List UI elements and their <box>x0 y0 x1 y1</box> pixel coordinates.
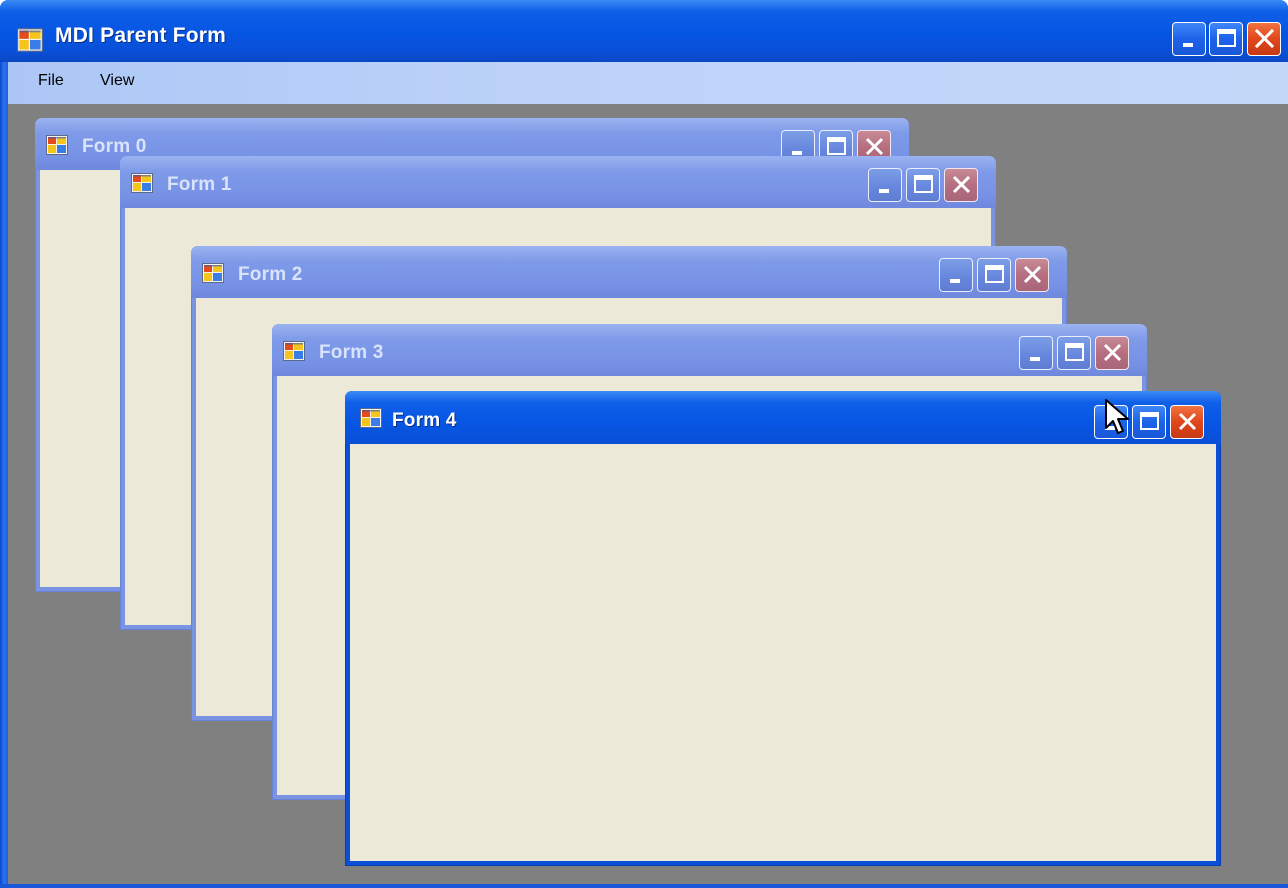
minimize-icon <box>950 279 960 283</box>
mdi-parent-window: MDI Parent Form File View Form 0 Form 1 … <box>0 0 1288 888</box>
child-close-button[interactable] <box>1170 405 1204 439</box>
form-icon <box>202 263 224 283</box>
child-maximize-button[interactable] <box>1132 405 1166 439</box>
form-icon <box>283 341 305 361</box>
close-icon <box>1254 28 1275 49</box>
minimize-button[interactable] <box>1172 22 1206 56</box>
maximize-icon <box>914 175 933 193</box>
window-frame <box>0 62 8 888</box>
child-title: Form 2 <box>238 264 303 285</box>
child-close-button[interactable] <box>944 168 978 202</box>
form-icon <box>17 28 43 52</box>
form-icon <box>46 135 68 155</box>
close-icon <box>1023 265 1042 284</box>
child-close-button[interactable] <box>1095 336 1129 370</box>
maximize-icon <box>1065 343 1084 361</box>
child-titlebar[interactable]: Form 4 <box>345 391 1221 444</box>
close-icon <box>1178 412 1197 431</box>
maximize-icon <box>1217 29 1236 47</box>
form-icon <box>360 408 382 428</box>
menu-file[interactable]: File <box>38 72 64 90</box>
child-title: Form 3 <box>319 342 384 363</box>
mdi-client-area: Form 0 Form 1 Form 2 Form 3 Form 4 <box>8 104 1288 886</box>
child-title: Form 1 <box>167 174 232 195</box>
window-frame-bottom <box>0 884 1288 888</box>
menu-view[interactable]: View <box>100 72 134 90</box>
child-maximize-button[interactable] <box>906 168 940 202</box>
child-minimize-button[interactable] <box>1019 336 1053 370</box>
child-maximize-button[interactable] <box>977 258 1011 292</box>
child-maximize-button[interactable] <box>1057 336 1091 370</box>
form-icon <box>131 173 153 193</box>
app-title: MDI Parent Form <box>55 24 227 47</box>
maximize-icon <box>1140 412 1159 430</box>
child-title: Form 4 <box>392 410 457 431</box>
close-icon <box>952 175 971 194</box>
close-button[interactable] <box>1247 22 1281 56</box>
child-close-button[interactable] <box>1015 258 1049 292</box>
child-title: Form 0 <box>82 136 147 157</box>
child-minimize-button[interactable] <box>868 168 902 202</box>
close-icon <box>1103 343 1122 362</box>
child-titlebar[interactable]: Form 2 <box>191 246 1067 298</box>
menu-bar: File View <box>8 62 1288 104</box>
minimize-icon <box>1030 357 1040 361</box>
child-window-form-4[interactable]: Form 4 <box>345 391 1221 866</box>
minimize-icon <box>879 189 889 193</box>
app-titlebar[interactable]: MDI Parent Form <box>0 0 1288 62</box>
child-titlebar[interactable]: Form 1 <box>120 156 996 208</box>
child-minimize-button[interactable] <box>939 258 973 292</box>
minimize-icon <box>1183 43 1193 47</box>
maximize-button[interactable] <box>1209 22 1243 56</box>
maximize-icon <box>985 265 1004 283</box>
child-client-area <box>350 444 1216 861</box>
child-titlebar[interactable]: Form 3 <box>272 324 1147 376</box>
mouse-cursor-icon <box>1105 399 1129 434</box>
